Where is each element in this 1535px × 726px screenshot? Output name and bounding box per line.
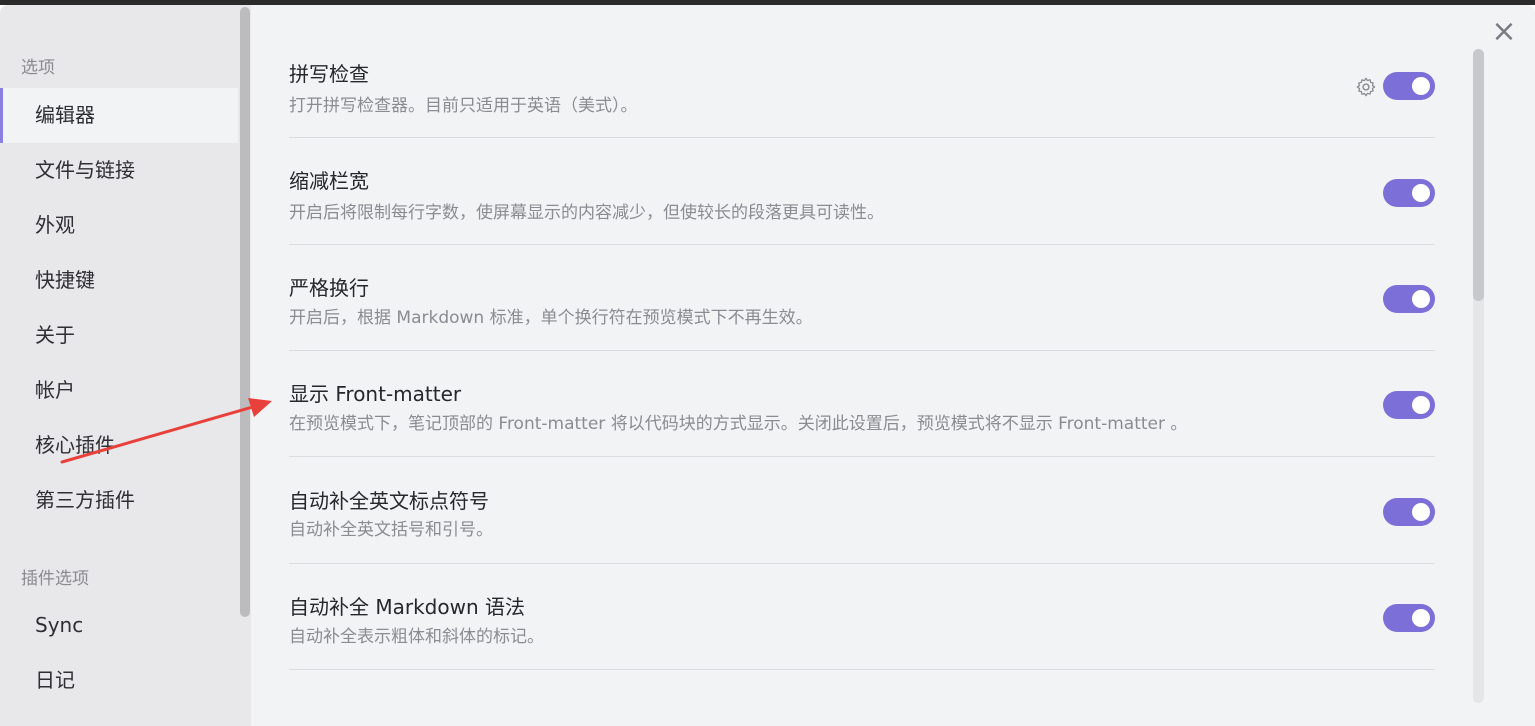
setting-strict-line-breaks: 严格换行 开启后，根据 Markdown 标准，单个换行符在预览模式下不再生效。 [289,245,1435,351]
setting-autopair-brackets: 自动补全英文标点符号 自动补全英文括号和引号。 [289,458,1435,564]
sidebar-item-editor[interactable]: 编辑器 [0,88,238,143]
setting-name: 自动补全 Markdown 语法 [289,595,525,619]
sidebar-heading-options: 选项 [21,58,55,78]
toggle-knob [1412,290,1430,308]
autopair-brackets-toggle[interactable] [1383,498,1435,526]
strict-line-breaks-toggle[interactable] [1383,285,1435,313]
setting-description: 自动补全英文括号和引号。 [289,520,493,540]
setting-name: 自动补全英文标点符号 [289,489,489,513]
readable-line-length-toggle[interactable] [1383,179,1435,207]
sidebar-item-files-links[interactable]: 文件与链接 [0,143,238,198]
setting-autopair-markdown: 自动补全 Markdown 语法 自动补全表示粗体和斜体的标记。 [289,564,1435,670]
sidebar-heading-plugin-options: 插件选项 [21,569,89,589]
settings-sidebar: 选项 编辑器 文件与链接 外观 快捷键 关于 帐户 核心插件 第三方插件 插件选… [0,5,251,726]
sidebar-item-sync[interactable]: Sync [0,598,238,653]
setting-description: 打开拼写检查器。目前只适用于英语（美式）。 [289,96,638,116]
setting-name: 缩减栏宽 [289,169,369,193]
sidebar-item-about[interactable]: 关于 [0,308,238,363]
setting-readable-line-length: 缩减栏宽 开启后将限制每行字数，使屏幕显示的内容减少，但使较长的段落更具可读性。 [289,139,1435,245]
sidebar-item-account[interactable]: 帐户 [0,363,238,418]
close-icon[interactable]: × [1491,17,1517,47]
toggle-knob [1412,77,1430,95]
setting-description: 自动补全表示粗体和斜体的标记。 [289,627,544,647]
content-scrollbar-thumb[interactable] [1473,49,1484,301]
toggle-knob [1412,609,1430,627]
sidebar-item-core-plugins[interactable]: 核心插件 [0,418,238,473]
setting-description: 在预览模式下，笔记顶部的 Front-matter 将以代码块的方式显示。关闭此… [289,414,1188,434]
setting-description: 开启后将限制每行字数，使屏幕显示的内容减少，但使较长的段落更具可读性。 [289,203,884,223]
setting-name: 显示 Front-matter [289,382,462,406]
setting-name: 严格换行 [289,276,369,300]
setting-show-frontmatter: 显示 Front-matter 在预览模式下，笔记顶部的 Front-matte… [289,351,1435,457]
sidebar-scrollbar-thumb[interactable] [240,7,250,617]
sidebar-item-appearance[interactable]: 外观 [0,198,238,253]
gear-icon[interactable] [1355,76,1377,98]
spellcheck-toggle[interactable] [1383,72,1435,100]
sidebar-item-daily-notes[interactable]: 日记 [0,653,238,708]
sidebar-item-hotkeys[interactable]: 快捷键 [0,253,238,308]
sidebar-item-community-plugins[interactable]: 第三方插件 [0,473,238,528]
toggle-knob [1412,396,1430,414]
setting-description: 开启后，根据 Markdown 标准，单个换行符在预览模式下不再生效。 [289,308,813,328]
settings-modal: 选项 编辑器 文件与链接 外观 快捷键 关于 帐户 核心插件 第三方插件 插件选… [0,5,1535,726]
show-frontmatter-toggle[interactable] [1383,391,1435,419]
setting-spellcheck: 拼写检查 打开拼写检查器。目前只适用于英语（美式）。 [289,32,1435,138]
settings-content: × 拼写检查 打开拼写检查器。目前只适用于英语（美式）。 缩减栏宽 开启后将限制… [251,5,1535,726]
toggle-knob [1412,503,1430,521]
toggle-knob [1412,184,1430,202]
setting-name: 拼写检查 [289,62,369,86]
autopair-markdown-toggle[interactable] [1383,604,1435,632]
